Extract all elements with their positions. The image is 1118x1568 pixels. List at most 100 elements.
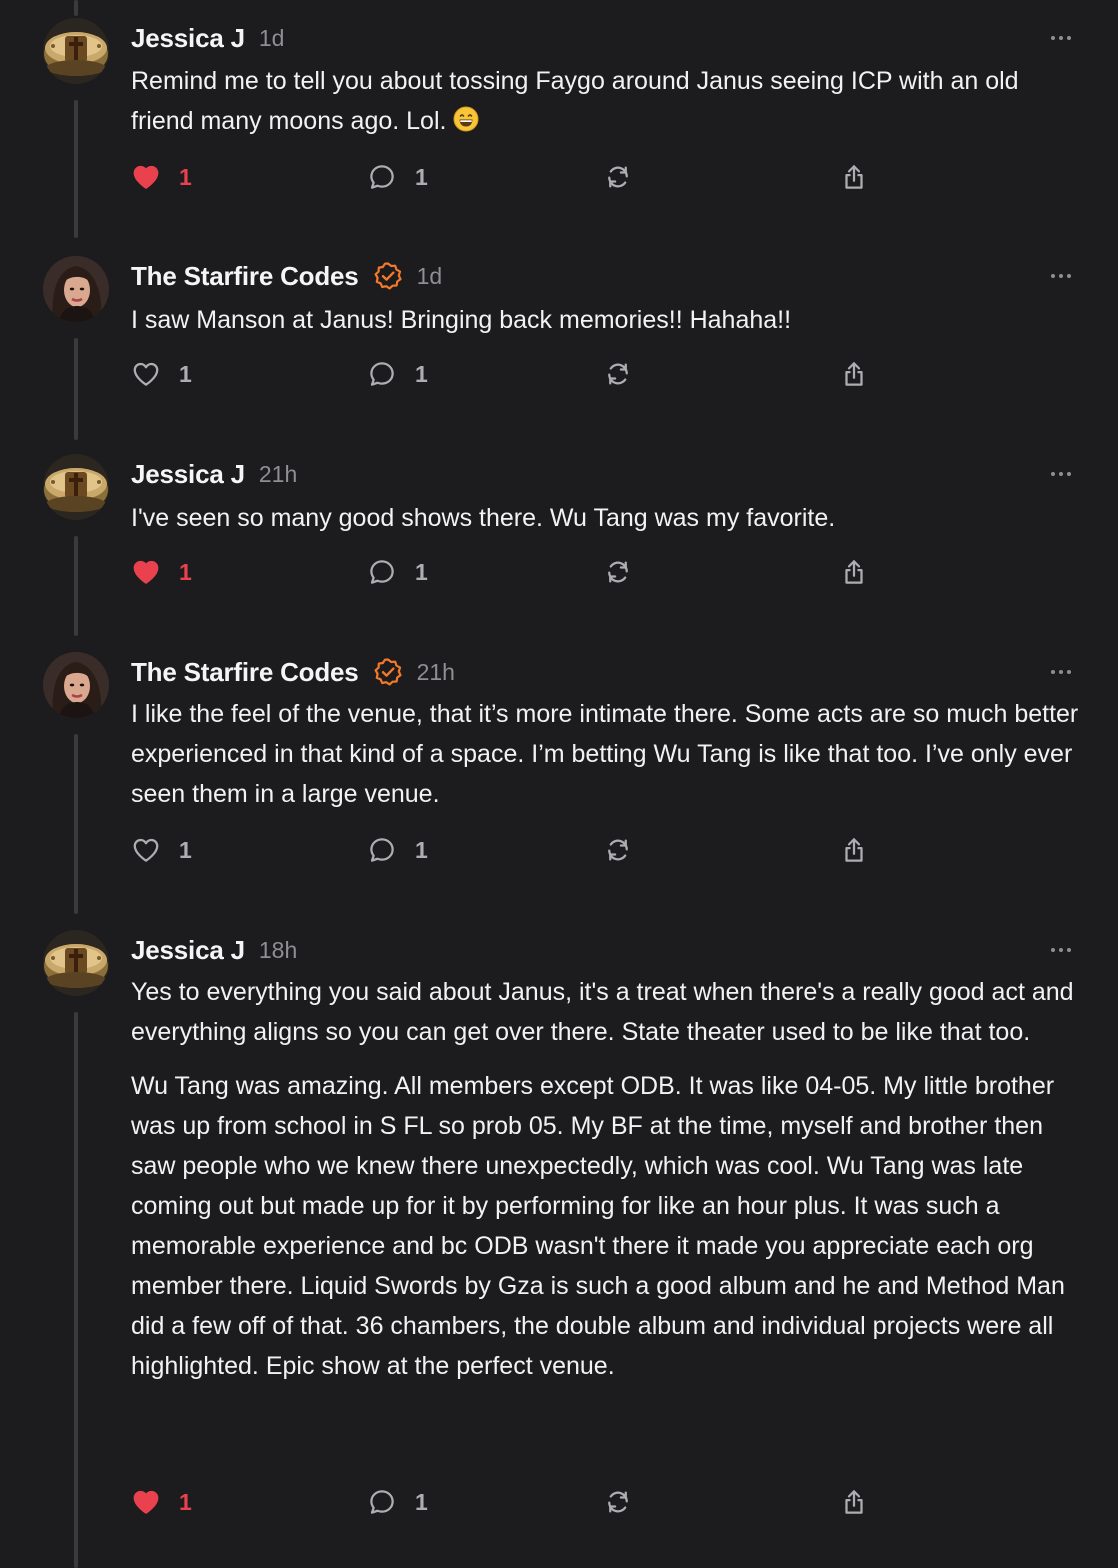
author-name[interactable]: The Starfire Codes [131, 657, 359, 688]
reply-button[interactable]: 1 [367, 159, 428, 195]
timestamp[interactable]: 21h [417, 659, 455, 686]
post-body: I like the feel of the venue, that it’s … [131, 694, 1081, 814]
repost-icon [603, 359, 633, 389]
reply-button[interactable]: 1 [367, 356, 428, 392]
post-header: Jessica J 21h [131, 454, 297, 494]
repost-button[interactable] [603, 554, 633, 590]
post-header: Jessica J 1d [131, 18, 284, 58]
like-button[interactable]: 1 [131, 554, 192, 590]
like-count: 1 [179, 836, 192, 863]
verified-badge-icon [373, 261, 403, 291]
timestamp[interactable]: 18h [259, 937, 297, 964]
repost-icon [603, 557, 633, 587]
more-options-icon[interactable] [1048, 660, 1074, 684]
post-body: Yes to everything you said about Janus, … [131, 972, 1081, 1386]
timestamp[interactable]: 21h [259, 461, 297, 488]
like-button[interactable]: 1 [131, 159, 192, 195]
share-icon [839, 162, 869, 192]
post-body: Remind me to tell you about tossing Fayg… [131, 61, 1081, 141]
reply-post: Jessica J 18h Yes to everything you said… [0, 930, 1118, 1550]
repost-button[interactable] [603, 356, 633, 392]
action-bar: 1 1 [131, 1484, 891, 1520]
author-name[interactable]: Jessica J [131, 23, 245, 54]
reply-count: 1 [415, 163, 428, 190]
reply-count: 1 [415, 558, 428, 585]
share-icon [839, 835, 869, 865]
repost-icon [603, 835, 633, 865]
grinning-face-icon [453, 106, 479, 132]
post-body: I've seen so many good shows there. Wu T… [131, 498, 1081, 538]
post-header: Jessica J 18h [131, 930, 297, 970]
heart-filled-icon [131, 1487, 161, 1517]
repost-icon [603, 1487, 633, 1517]
share-icon [839, 1487, 869, 1517]
more-options-icon[interactable] [1048, 462, 1074, 486]
comment-icon [367, 835, 397, 865]
timestamp[interactable]: 1d [417, 263, 443, 290]
action-bar: 1 1 [131, 356, 891, 392]
heart-outline-icon [131, 359, 161, 389]
like-count: 1 [179, 360, 192, 387]
verified-badge-icon [373, 657, 403, 687]
portrait-avatar[interactable] [43, 652, 109, 718]
post-text: Wu Tang was amazing. All members except … [131, 1072, 1065, 1380]
comment-icon [367, 162, 397, 192]
post-text: Yes to everything you said about Janus, … [131, 978, 1074, 1046]
post-header: The Starfire Codes 21h [131, 652, 455, 692]
like-button[interactable]: 1 [131, 356, 192, 392]
reply-count: 1 [415, 1488, 428, 1515]
reply-post: Jessica J 1d Remind me to tell you about… [0, 18, 1118, 218]
repost-button[interactable] [603, 832, 633, 868]
author-name[interactable]: Jessica J [131, 935, 245, 966]
like-count: 1 [179, 1488, 192, 1515]
action-bar: 1 1 [131, 159, 891, 195]
heart-filled-icon [131, 162, 161, 192]
heart-filled-icon [131, 557, 161, 587]
comment-icon [367, 1487, 397, 1517]
reply-post: Jessica J 21h I've seen so many good sho… [0, 454, 1118, 614]
timestamp[interactable]: 1d [259, 25, 285, 52]
post-text: I like the feel of the venue, that it’s … [131, 700, 1079, 808]
post-text: I've seen so many good shows there. Wu T… [131, 504, 836, 532]
reply-button[interactable]: 1 [367, 832, 428, 868]
comment-icon [367, 557, 397, 587]
ring-avatar[interactable] [43, 18, 109, 84]
reply-post: The Starfire Codes 21h I like the feel o… [0, 652, 1118, 892]
reply-count: 1 [415, 360, 428, 387]
ring-avatar[interactable] [43, 930, 109, 996]
share-button[interactable] [839, 356, 869, 392]
action-bar: 1 1 [131, 832, 891, 868]
post-header: The Starfire Codes 1d [131, 256, 442, 296]
post-text: Remind me to tell you about tossing Fayg… [131, 67, 1019, 135]
author-name[interactable]: Jessica J [131, 459, 245, 490]
post-body: I saw Manson at Janus! Bringing back mem… [131, 300, 1081, 340]
share-icon [839, 359, 869, 389]
like-count: 1 [179, 558, 192, 585]
repost-button[interactable] [603, 159, 633, 195]
share-button[interactable] [839, 1484, 869, 1520]
repost-button[interactable] [603, 1484, 633, 1520]
share-button[interactable] [839, 159, 869, 195]
more-options-icon[interactable] [1048, 26, 1074, 50]
more-options-icon[interactable] [1048, 938, 1074, 962]
like-button[interactable]: 1 [131, 832, 192, 868]
action-bar: 1 1 [131, 554, 891, 590]
share-button[interactable] [839, 554, 869, 590]
reply-button[interactable]: 1 [367, 554, 428, 590]
ring-avatar[interactable] [43, 454, 109, 520]
reply-count: 1 [415, 836, 428, 863]
reply-post: The Starfire Codes 1d I saw Manson at Ja… [0, 256, 1118, 416]
reply-button[interactable]: 1 [367, 1484, 428, 1520]
author-name[interactable]: The Starfire Codes [131, 261, 359, 292]
heart-outline-icon [131, 835, 161, 865]
repost-icon [603, 162, 633, 192]
portrait-avatar[interactable] [43, 256, 109, 322]
share-icon [839, 557, 869, 587]
like-count: 1 [179, 163, 192, 190]
like-button[interactable]: 1 [131, 1484, 192, 1520]
more-options-icon[interactable] [1048, 264, 1074, 288]
share-button[interactable] [839, 832, 869, 868]
thread-line [74, 0, 78, 16]
comment-icon [367, 359, 397, 389]
post-text: I saw Manson at Janus! Bringing back mem… [131, 306, 792, 334]
